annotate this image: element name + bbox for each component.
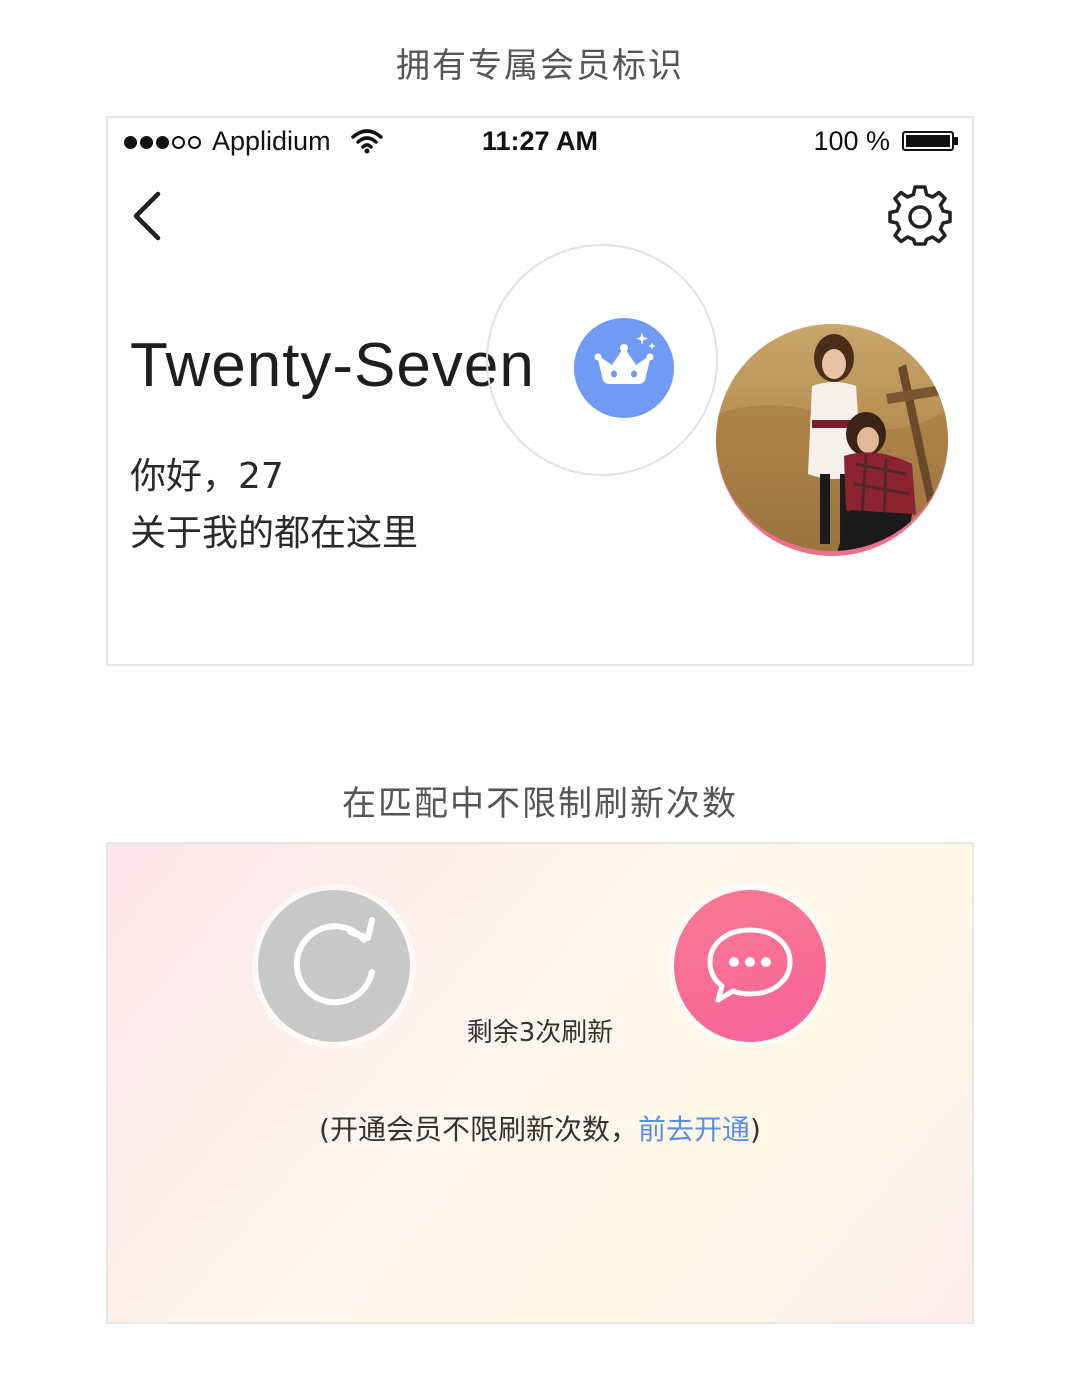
upgrade-note-suffix: ) bbox=[750, 1113, 761, 1146]
refresh-preview-card: 剩余3次刷新 (开通会员不限刷新次数，前去开通) bbox=[106, 842, 974, 1324]
chat-bubble-icon bbox=[707, 927, 793, 1003]
greeting-line-1: 你好，27 bbox=[130, 456, 284, 497]
crown-icon bbox=[594, 332, 656, 384]
upgrade-note-prefix: (开通会员不限刷新次数， bbox=[319, 1113, 638, 1146]
avatar-photo bbox=[716, 324, 948, 551]
battery-icon bbox=[902, 131, 954, 151]
section-caption-refresh: 在匹配中不限制刷新次数 bbox=[342, 784, 738, 824]
upgrade-note: (开通会员不限刷新次数，前去开通) bbox=[108, 1108, 972, 1148]
remaining-refresh-count: 剩余3次刷新 bbox=[466, 1018, 614, 1048]
section-caption-membership: 拥有专属会员标识 bbox=[396, 46, 684, 86]
gear-icon[interactable] bbox=[888, 184, 952, 252]
avatar[interactable] bbox=[716, 324, 948, 556]
profile-name: Twenty-Seven bbox=[130, 331, 535, 400]
profile-preview-card: Applidium 11:27 AM 100 % Twenty-Seven 你好… bbox=[106, 116, 974, 666]
upgrade-link[interactable]: 前去开通 bbox=[638, 1113, 750, 1146]
chevron-left-icon[interactable] bbox=[128, 190, 164, 246]
member-badge bbox=[574, 318, 674, 418]
profile-greeting: 你好，27 关于我的都在这里 bbox=[130, 448, 418, 562]
status-bar: Applidium 11:27 AM 100 % bbox=[108, 118, 972, 164]
battery-percentage: 100 % bbox=[813, 126, 890, 156]
chat-button[interactable] bbox=[674, 890, 826, 1042]
greeting-line-2: 关于我的都在这里 bbox=[130, 513, 419, 554]
battery-cap bbox=[954, 137, 958, 145]
